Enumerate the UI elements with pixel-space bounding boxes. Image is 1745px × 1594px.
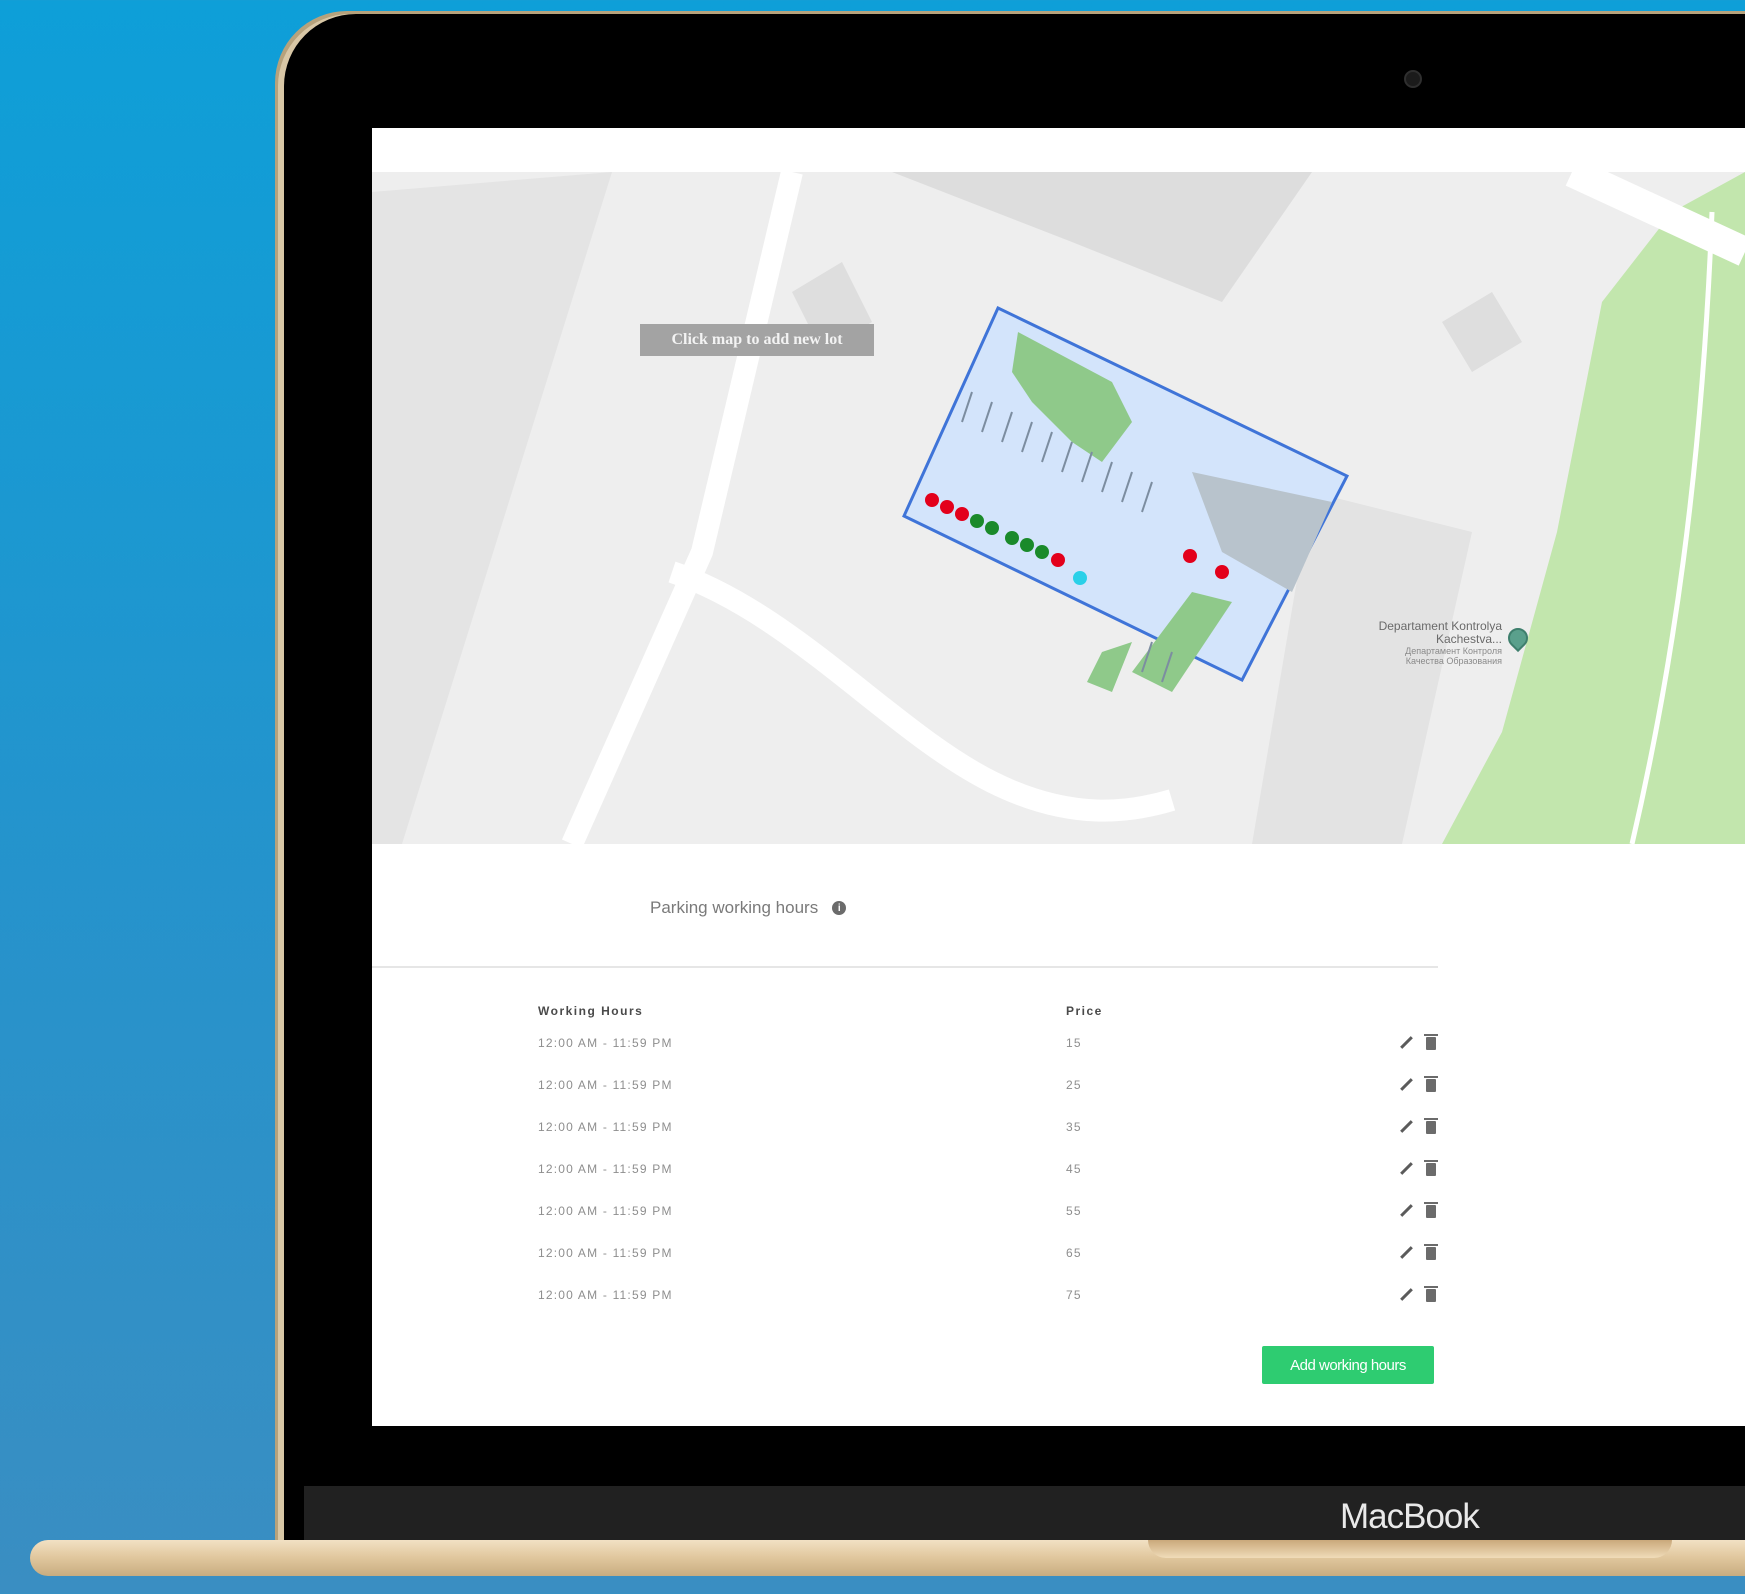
trash-icon[interactable] — [1424, 1159, 1438, 1176]
row-price: 65 — [1066, 1246, 1082, 1260]
divider — [372, 966, 1438, 968]
map[interactable]: Click map to add new lot Departament Kon… — [372, 172, 1745, 844]
poi-name-line2: Kachestva... — [1435, 632, 1502, 646]
table-row: 12:00 AM - 11:59 PM 45 — [538, 1148, 1438, 1190]
row-price: 15 — [1066, 1036, 1082, 1050]
poi-label: Departament Kontrolya Kachestva... Депар… — [1322, 620, 1502, 667]
row-hours: 12:00 AM - 11:59 PM — [538, 1078, 673, 1092]
add-working-hours-button[interactable]: Add working hours — [1262, 1346, 1434, 1384]
pencil-icon[interactable] — [1398, 1161, 1414, 1177]
section-title: Parking working hours i — [650, 898, 847, 918]
row-price: 35 — [1066, 1120, 1082, 1134]
row-price: 55 — [1066, 1204, 1082, 1218]
header-working-hours: Working Hours — [538, 1004, 644, 1018]
poi-sub-line1: Департамент Контроля — [1405, 646, 1502, 656]
trash-icon[interactable] — [1424, 1117, 1438, 1134]
row-actions — [1346, 1075, 1438, 1093]
row-price: 45 — [1066, 1162, 1082, 1176]
pencil-icon[interactable] — [1398, 1119, 1414, 1135]
row-actions — [1346, 1159, 1438, 1177]
row-hours: 12:00 AM - 11:59 PM — [538, 1288, 673, 1302]
working-hours-table: Working Hours Price 12:00 AM - 11:59 PM … — [538, 1000, 1438, 1316]
section-title-text: Parking working hours — [650, 898, 819, 917]
row-price: 25 — [1066, 1078, 1082, 1092]
row-actions — [1346, 1201, 1438, 1219]
pencil-icon[interactable] — [1398, 1287, 1414, 1303]
app-screen: Click map to add new lot Departament Kon… — [372, 128, 1745, 1426]
table-row: 12:00 AM - 11:59 PM 55 — [538, 1190, 1438, 1232]
row-hours: 12:00 AM - 11:59 PM — [538, 1120, 673, 1134]
trash-icon[interactable] — [1424, 1201, 1438, 1218]
macbook-label: MacBook — [1340, 1497, 1480, 1536]
pencil-icon[interactable] — [1398, 1245, 1414, 1261]
table-header: Working Hours Price — [538, 1000, 1438, 1022]
poi-sub-line2: Качества Образования — [1405, 656, 1502, 666]
map-canvas — [372, 172, 1745, 844]
row-price: 75 — [1066, 1288, 1082, 1302]
row-actions — [1346, 1033, 1438, 1051]
table-row: 12:00 AM - 11:59 PM 15 — [538, 1022, 1438, 1064]
trash-icon[interactable] — [1424, 1243, 1438, 1260]
trash-icon[interactable] — [1424, 1075, 1438, 1092]
map-hint: Click map to add new lot — [640, 324, 874, 356]
row-actions — [1346, 1243, 1438, 1261]
trash-icon[interactable] — [1424, 1033, 1438, 1050]
row-hours: 12:00 AM - 11:59 PM — [538, 1036, 673, 1050]
info-icon[interactable]: i — [832, 901, 847, 915]
laptop-base-notch — [1148, 1540, 1672, 1558]
pencil-icon[interactable] — [1398, 1035, 1414, 1051]
table-row: 12:00 AM - 11:59 PM 25 — [538, 1064, 1438, 1106]
table-row: 12:00 AM - 11:59 PM 65 — [538, 1232, 1438, 1274]
row-actions — [1346, 1117, 1438, 1135]
table-row: 12:00 AM - 11:59 PM 75 — [538, 1274, 1438, 1316]
row-hours: 12:00 AM - 11:59 PM — [538, 1204, 673, 1218]
pencil-icon[interactable] — [1398, 1203, 1414, 1219]
camera — [1404, 70, 1422, 88]
row-hours: 12:00 AM - 11:59 PM — [538, 1246, 673, 1260]
row-hours: 12:00 AM - 11:59 PM — [538, 1162, 673, 1176]
header-price: Price — [1066, 1004, 1103, 1018]
pencil-icon[interactable] — [1398, 1077, 1414, 1093]
table-row: 12:00 AM - 11:59 PM 35 — [538, 1106, 1438, 1148]
row-actions — [1346, 1285, 1438, 1303]
trash-icon[interactable] — [1424, 1285, 1438, 1302]
bottom-bezel — [304, 1486, 1745, 1546]
